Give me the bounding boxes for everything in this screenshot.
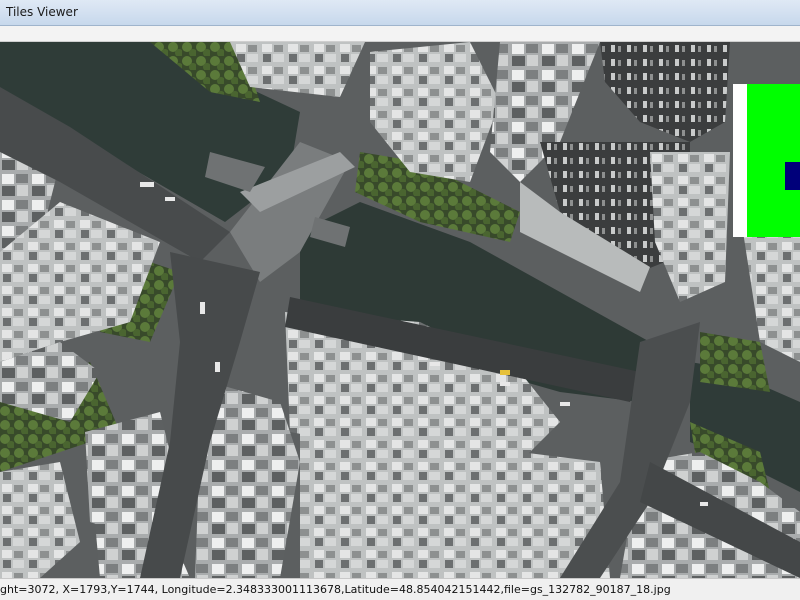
minimap[interactable] bbox=[733, 84, 800, 237]
minimap-position-marker bbox=[785, 162, 800, 190]
status-bar: ght=3072, X=1793,Y=1744, Longitude=2.348… bbox=[0, 578, 800, 600]
aerial-image bbox=[0, 42, 800, 578]
minimap-area bbox=[747, 84, 800, 237]
title-bar: Tiles Viewer bbox=[0, 0, 800, 26]
toolbar bbox=[0, 26, 800, 42]
aerial-map-view[interactable] bbox=[0, 42, 800, 578]
window-title: Tiles Viewer bbox=[6, 5, 78, 19]
status-text: ght=3072, X=1793,Y=1744, Longitude=2.348… bbox=[0, 583, 671, 596]
